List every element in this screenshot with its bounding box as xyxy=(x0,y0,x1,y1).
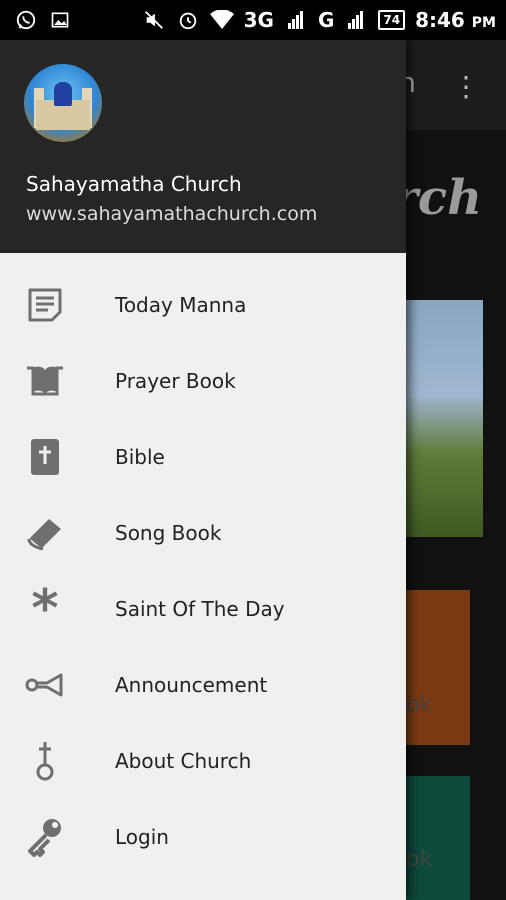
book-icon xyxy=(24,512,66,554)
drawer-menu: Today Manna Prayer Book Bible Song Book … xyxy=(0,253,406,875)
network-g-label: G xyxy=(317,8,335,32)
menu-item-login[interactable]: Login xyxy=(0,799,406,875)
menu-item-song-book[interactable]: Song Book xyxy=(0,495,406,571)
app-card-green[interactable]: ok xyxy=(400,776,470,900)
menu-item-saint-of-the-day[interactable]: * Saint Of The Day xyxy=(0,571,406,647)
key-icon xyxy=(24,816,66,858)
menu-item-bible[interactable]: Bible xyxy=(0,419,406,495)
church-avatar[interactable] xyxy=(24,64,102,142)
menu-item-announcement[interactable]: Announcement xyxy=(0,647,406,723)
battery-indicator: 74 xyxy=(378,10,406,30)
signal-icon xyxy=(284,8,308,32)
menu-item-about-church[interactable]: About Church xyxy=(0,723,406,799)
image-icon xyxy=(48,8,72,32)
note-icon xyxy=(24,284,66,326)
signal-icon xyxy=(344,8,368,32)
horn-icon xyxy=(24,664,66,706)
wifi-icon xyxy=(209,8,234,32)
mute-icon xyxy=(142,8,166,32)
menu-item-label: Song Book xyxy=(115,521,222,545)
app-card-label: ok xyxy=(406,692,433,717)
open-book-icon xyxy=(24,360,66,402)
whatsapp-icon xyxy=(14,8,38,32)
church-url: www.sahayamathachurch.com xyxy=(26,203,318,225)
menu-item-today-manna[interactable]: Today Manna xyxy=(0,267,406,343)
church-name: Sahayamatha Church xyxy=(26,172,242,196)
menu-item-label: Saint Of The Day xyxy=(115,597,285,621)
app-card-label: ok xyxy=(406,847,433,872)
cross-pendant-icon xyxy=(24,740,66,782)
menu-item-label: Login xyxy=(115,825,169,849)
bible-icon xyxy=(24,436,66,478)
menu-item-label: About Church xyxy=(115,749,252,773)
drawer-header: Sahayamatha Church www.sahayamathachurch… xyxy=(0,40,406,253)
network-3g-label: 3G xyxy=(243,8,274,32)
alarm-icon xyxy=(176,8,200,32)
clock: 8:46 PM xyxy=(415,8,496,32)
menu-item-label: Prayer Book xyxy=(115,369,236,393)
menu-item-label: Today Manna xyxy=(115,293,247,317)
navigation-drawer: Sahayamatha Church www.sahayamathachurch… xyxy=(0,40,406,900)
status-bar: 3G G 74 8:46 PM xyxy=(0,0,506,40)
menu-item-label: Bible xyxy=(115,445,165,469)
church-photo xyxy=(400,300,483,537)
overflow-menu-icon[interactable]: ⋮ xyxy=(452,70,480,103)
menu-item-label: Announcement xyxy=(115,673,268,697)
menu-item-prayer-book[interactable]: Prayer Book xyxy=(0,343,406,419)
asterisk-icon: * xyxy=(31,579,59,639)
app-card-orange[interactable]: ok xyxy=(400,590,470,745)
